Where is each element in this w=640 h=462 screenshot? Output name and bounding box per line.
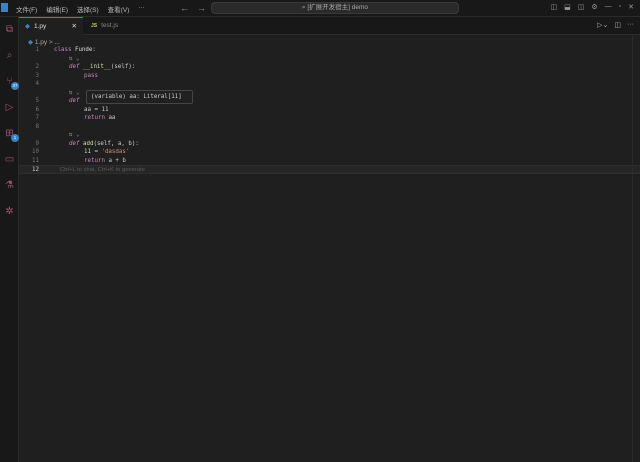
tab-label: 1.py [34,22,47,30]
code-token: def [69,140,83,147]
forward-button[interactable]: → [197,3,206,13]
line-number: 6 [35,106,40,113]
menu-view[interactable]: 查看(V) [108,4,130,14]
line-number: 7 [35,115,40,121]
line-number: 11 [32,157,39,164]
hover-tooltip: (variable) aa: Literal[11] [86,90,193,104]
code-token: : [92,47,96,53]
code-token: def [69,64,83,70]
code-token: (self, a, b): [93,140,139,147]
menu-more[interactable]: ··· [138,4,145,14]
python-file-icon: ◆ [28,39,35,46]
activity-bar: ⧉ ⌕ ⑂ 37 ▷ ⊞ 1 ▭ ⚗ ✲ [0,17,19,462]
remote-explorer-icon[interactable]: ▭ [3,153,16,166]
menu-selection[interactable]: 选择(S) [77,4,99,14]
breadcrumb[interactable]: ◆ 1.py > ... [28,38,60,46]
python-file-icon: ◆ [25,22,30,30]
ai-hint: Ctrl+L to chat, Ctrl+K to generate [60,167,145,173]
menu-edit[interactable]: 编辑(E) [46,4,68,14]
tab-label: test.js [101,22,119,29]
gear-icon[interactable]: ⚙ [591,3,597,11]
code-lens[interactable]: ⇆ ⌄ [69,55,79,64]
badge: 37 [11,82,19,90]
maximize-button[interactable]: ▫ [619,3,621,11]
code-token: __init__ [82,64,111,70]
code-token: add [82,140,94,147]
line-number: 8 [35,123,40,130]
code-token: 11 = [84,149,102,155]
title-bar: 文件(F) 编辑(E) 选择(S) 查看(V) ··· ← → ⌕ [扩展开发宿主… [0,0,640,17]
extensions-icon[interactable]: ⊞ 1 [3,127,19,142]
line-number: 3 [35,72,40,79]
line-number: 4 [35,81,40,87]
breadcrumb-path: 1.py > ... [34,39,60,46]
editor-scrollbar[interactable] [632,36,640,462]
minimize-button[interactable]: — [605,3,612,11]
code-token: a + b [108,157,126,164]
command-center-search[interactable]: ⌕ [扩展开发宿主] demo [211,2,459,14]
code-token: pass [84,72,98,79]
code-token: return [84,157,109,164]
code-editor[interactable]: 1 class Funde: ⇆ ⌄ 2 def __init__(self): 3… [19,46,640,174]
tab-bar: ◆ 1.py ✕ JS test.js ▷⌄ ◫ ··· [19,17,640,35]
toggle-secondary-sidebar-icon[interactable]: ◫ [578,3,585,11]
line-number: 9 [35,140,40,147]
code-token: Funde [74,47,93,53]
line-number: 12 [32,167,39,173]
code-token: def [69,98,80,104]
badge: 1 [11,134,19,142]
menu-bar: 文件(F) 编辑(E) 选择(S) 查看(V) ··· [16,4,145,14]
line-number: 5 [35,98,40,104]
line-number: 1 [35,47,40,53]
app-logo [1,3,8,12]
testing-icon[interactable]: ⚗ [3,179,16,192]
code-token: return [84,115,109,121]
back-button[interactable]: ← [180,3,189,13]
source-control-icon[interactable]: ⑂ 37 [3,75,19,90]
run-icon[interactable]: ▷⌄ [597,21,608,29]
toggle-sidebar-icon[interactable]: ◫ [550,3,557,11]
menu-file[interactable]: 文件(F) [16,4,37,14]
settings-sync-icon[interactable]: ✲ [3,205,16,218]
code-token: 'dasdas' [101,149,130,155]
tab-1-py[interactable]: ◆ 1.py ✕ [19,17,83,35]
code-lens[interactable]: ⇆ ⌄ [69,131,79,140]
code-lens[interactable]: ⇆ ⌄ [69,89,79,98]
code-token: aa [108,115,116,121]
code-token: (self): [110,64,136,70]
command-center-label: [扩展开发宿主] demo [307,4,369,11]
line-number: 10 [32,149,39,155]
tab-test-js[interactable]: JS test.js [85,17,124,35]
js-file-icon: JS [91,23,98,29]
explorer-icon[interactable]: ⧉ [3,23,16,36]
close-button[interactable]: ✕ [628,3,634,11]
line-number: 2 [35,64,40,70]
split-editor-icon[interactable]: ◫ [614,21,621,29]
code-token: aa = 11 [84,106,109,113]
more-actions-icon[interactable]: ··· [627,21,634,29]
search-icon[interactable]: ⌕ [3,49,16,62]
run-debug-icon[interactable]: ▷ [3,101,16,114]
close-tab-icon[interactable]: ✕ [72,18,77,36]
toggle-panel-icon[interactable]: ⬓ [564,3,571,11]
code-token: class [54,47,75,53]
